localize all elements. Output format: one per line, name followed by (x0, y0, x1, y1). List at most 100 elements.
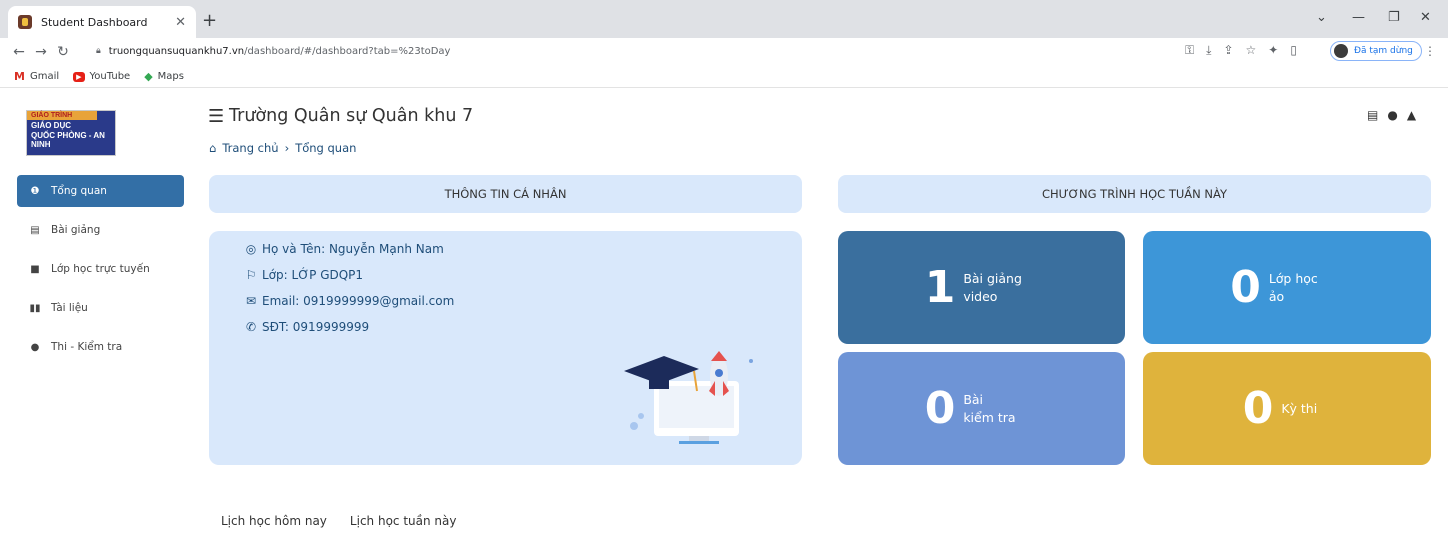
stat-number: 0 (1230, 262, 1261, 313)
stat-card-exams[interactable]: 0 Kỳ thi (1143, 352, 1431, 465)
book-icon: ▮▮ (29, 302, 41, 314)
user-circle-icon: ◎ (245, 242, 257, 256)
book-icon[interactable]: ▤ (1367, 108, 1378, 122)
address-bar: ← → ↻ 🔒︎ truongquansuquankhu7.vn/dashboa… (0, 38, 1448, 66)
sidebar-item-lectures[interactable]: ▤ Bài giảng (17, 214, 184, 246)
new-tab-button[interactable]: + (202, 10, 217, 31)
logo[interactable]: GIÁO TRÌNH GIÁO DỤC QUỐC PHÒNG - AN NINH (26, 110, 116, 156)
share-icon[interactable]: ⇪ (1223, 43, 1233, 58)
sidebar-item-label: Thi - Kiểm tra (51, 341, 123, 353)
weekly-program-header: CHƯƠNG TRÌNH HỌC TUẦN NÀY (838, 175, 1431, 213)
envelope-icon: ✉ (245, 294, 257, 308)
back-icon[interactable]: ← (8, 44, 30, 60)
stat-number: 0 (1242, 383, 1274, 434)
bell-icon[interactable]: ▲ (1407, 108, 1416, 122)
window-close-icon[interactable]: ✕ (1420, 10, 1431, 25)
stat-card-video-lectures[interactable]: 1 Bài giảng video (838, 231, 1125, 344)
restore-icon[interactable]: ❐ (1388, 10, 1400, 25)
tab-search-icon[interactable]: ⌄ (1316, 10, 1327, 25)
page-title: Trường Quân sự Quân khu 7 (229, 106, 474, 126)
sidebar-item-label: Tổng quan (51, 185, 107, 197)
profile-button[interactable]: Đã tạm dừng (1330, 41, 1422, 61)
stat-label-line2: ảo (1268, 288, 1285, 304)
graduation-illustration (624, 351, 753, 444)
personal-info-card: ◎ Họ và Tên: Nguyễn Mạnh Nam ⚐ Lớp: LỚP … (209, 231, 802, 465)
breadcrumb-current: Tổng quan (295, 141, 357, 155)
chevron-right-icon: › (284, 141, 290, 155)
stat-label-line2: kiểm tra (963, 409, 1016, 425)
tab-close-icon[interactable]: ✕ (175, 15, 186, 30)
forward-icon[interactable]: → (30, 44, 52, 60)
bookmark-maps[interactable]: ◆ Maps (144, 70, 184, 83)
info-email-text: Email: 0919999999@gmail.com (262, 294, 455, 308)
menu-toggle-icon[interactable]: ☰ (208, 106, 224, 127)
info-circle-icon: ❶ (30, 185, 40, 197)
list-icon: ▤ (30, 224, 40, 236)
info-email: ✉ Email: 0919999999@gmail.com (244, 294, 454, 308)
minimize-icon[interactable]: — (1352, 10, 1365, 25)
youtube-icon: ▶ (73, 71, 85, 82)
browser-tab[interactable]: Student Dashboard ✕ (8, 6, 196, 38)
reload-icon[interactable]: ↻ (52, 44, 74, 60)
stat-number: 0 (924, 383, 956, 434)
stat-label-line1: Bài (963, 391, 984, 407)
info-phone-text: SĐT: 0919999999 (262, 320, 370, 334)
sidebar-item-exams[interactable]: ● Thi - Kiểm tra (17, 331, 184, 363)
gmail-icon: M (14, 70, 25, 83)
section-title: THÔNG TIN CÁ NHÂN (444, 187, 567, 201)
sidebar-item-documents[interactable]: ▮▮ Tài liệu (17, 292, 184, 324)
stat-label: Kỳ thi (1281, 400, 1331, 418)
stat-card-tests[interactable]: 0 Bài kiểm tra (838, 352, 1125, 465)
key-icon[interactable]: ⚿ (1185, 43, 1194, 58)
tab-today-schedule[interactable]: Lịch học hôm nay (221, 514, 327, 528)
stat-label: Lớp học ảo (1269, 270, 1344, 306)
sidebar-item-label: Lớp học trực tuyến (51, 263, 150, 275)
phone-icon: ✆ (245, 320, 257, 334)
url-path: /dashboard/#/dashboard?tab=%23toDay (244, 45, 451, 57)
sidebar-item-label: Bài giảng (51, 224, 101, 236)
logo-line1: GIÁO TRÌNH (27, 111, 97, 120)
tab-title: Student Dashboard (41, 15, 148, 29)
info-name-text: Họ và Tên: Nguyễn Mạnh Nam (262, 242, 444, 256)
star-icon[interactable]: ☆ (1246, 43, 1257, 58)
header-actions: ▤ ● ▲ (1367, 108, 1416, 122)
clock-icon: ● (30, 341, 40, 353)
bookmark-youtube[interactable]: ▶ YouTube (73, 71, 130, 82)
bookmark-gmail[interactable]: M Gmail (14, 70, 59, 83)
sidepanel-icon[interactable]: ▯ (1290, 43, 1297, 58)
lock-icon: 🔒︎ (96, 46, 101, 56)
stat-label-line1: Kỳ thi (1281, 400, 1318, 416)
stat-label-line1: Bài giảng (963, 270, 1022, 286)
extensions-icon[interactable]: ✦ (1268, 43, 1278, 58)
schedule-tabs: Lịch học hôm nay Lịch học tuần này (221, 514, 456, 528)
avatar (1334, 44, 1348, 58)
stat-label: Bài kiểm tra (963, 391, 1038, 427)
sidebar-item-label: Tài liệu (51, 302, 88, 314)
stat-card-virtual-classes[interactable]: 0 Lớp học ảo (1143, 231, 1431, 344)
stat-number: 1 (924, 262, 956, 313)
sidebar-menu: ❶ Tổng quan ▤ Bài giảng ■ Lớp học trực t… (17, 175, 184, 370)
install-icon[interactable]: ⤓ (1206, 43, 1211, 58)
browser-tab-bar: Student Dashboard ✕ + ⌄ — ❐ ✕ (0, 0, 1448, 38)
user-icon[interactable]: ● (1387, 108, 1397, 122)
sidebar-item-online-class[interactable]: ■ Lớp học trực tuyến (17, 253, 184, 285)
url-input[interactable]: 🔒︎ truongquansuquankhu7.vn/dashboard/#/d… (88, 40, 1318, 62)
personal-info-header: THÔNG TIN CÁ NHÂN (209, 175, 802, 213)
tab-week-schedule[interactable]: Lịch học tuần này (350, 514, 457, 528)
bookmark-label: YouTube (89, 71, 131, 82)
browser-menu-icon[interactable]: ⋮ (1424, 44, 1436, 58)
sidebar-item-overview[interactable]: ❶ Tổng quan (17, 175, 184, 207)
bookmark-label: Maps (157, 71, 184, 82)
info-phone: ✆ SĐT: 0919999999 (244, 320, 369, 334)
logo-line3: QUỐC PHÒNG - AN NINH (31, 131, 105, 149)
extension-icons: ⚿ ⤓ ⇪ ☆ ✦ ▯ (1185, 43, 1297, 58)
section-title: CHƯƠNG TRÌNH HỌC TUẦN NÀY (1041, 187, 1228, 201)
profile-status: Đã tạm dừng (1354, 46, 1413, 56)
maps-icon: ◆ (144, 70, 153, 83)
site-favicon-icon (18, 15, 32, 29)
bookmark-label: Gmail (29, 71, 60, 82)
breadcrumb-home[interactable]: Trang chủ (222, 141, 278, 155)
bookmarks-bar: M Gmail ▶ YouTube ◆ Maps (0, 66, 1448, 88)
info-class: ⚐ Lớp: LỚP GDQP1 (244, 268, 363, 282)
breadcrumb: ⌂ Trang chủ › Tổng quan (209, 141, 356, 155)
